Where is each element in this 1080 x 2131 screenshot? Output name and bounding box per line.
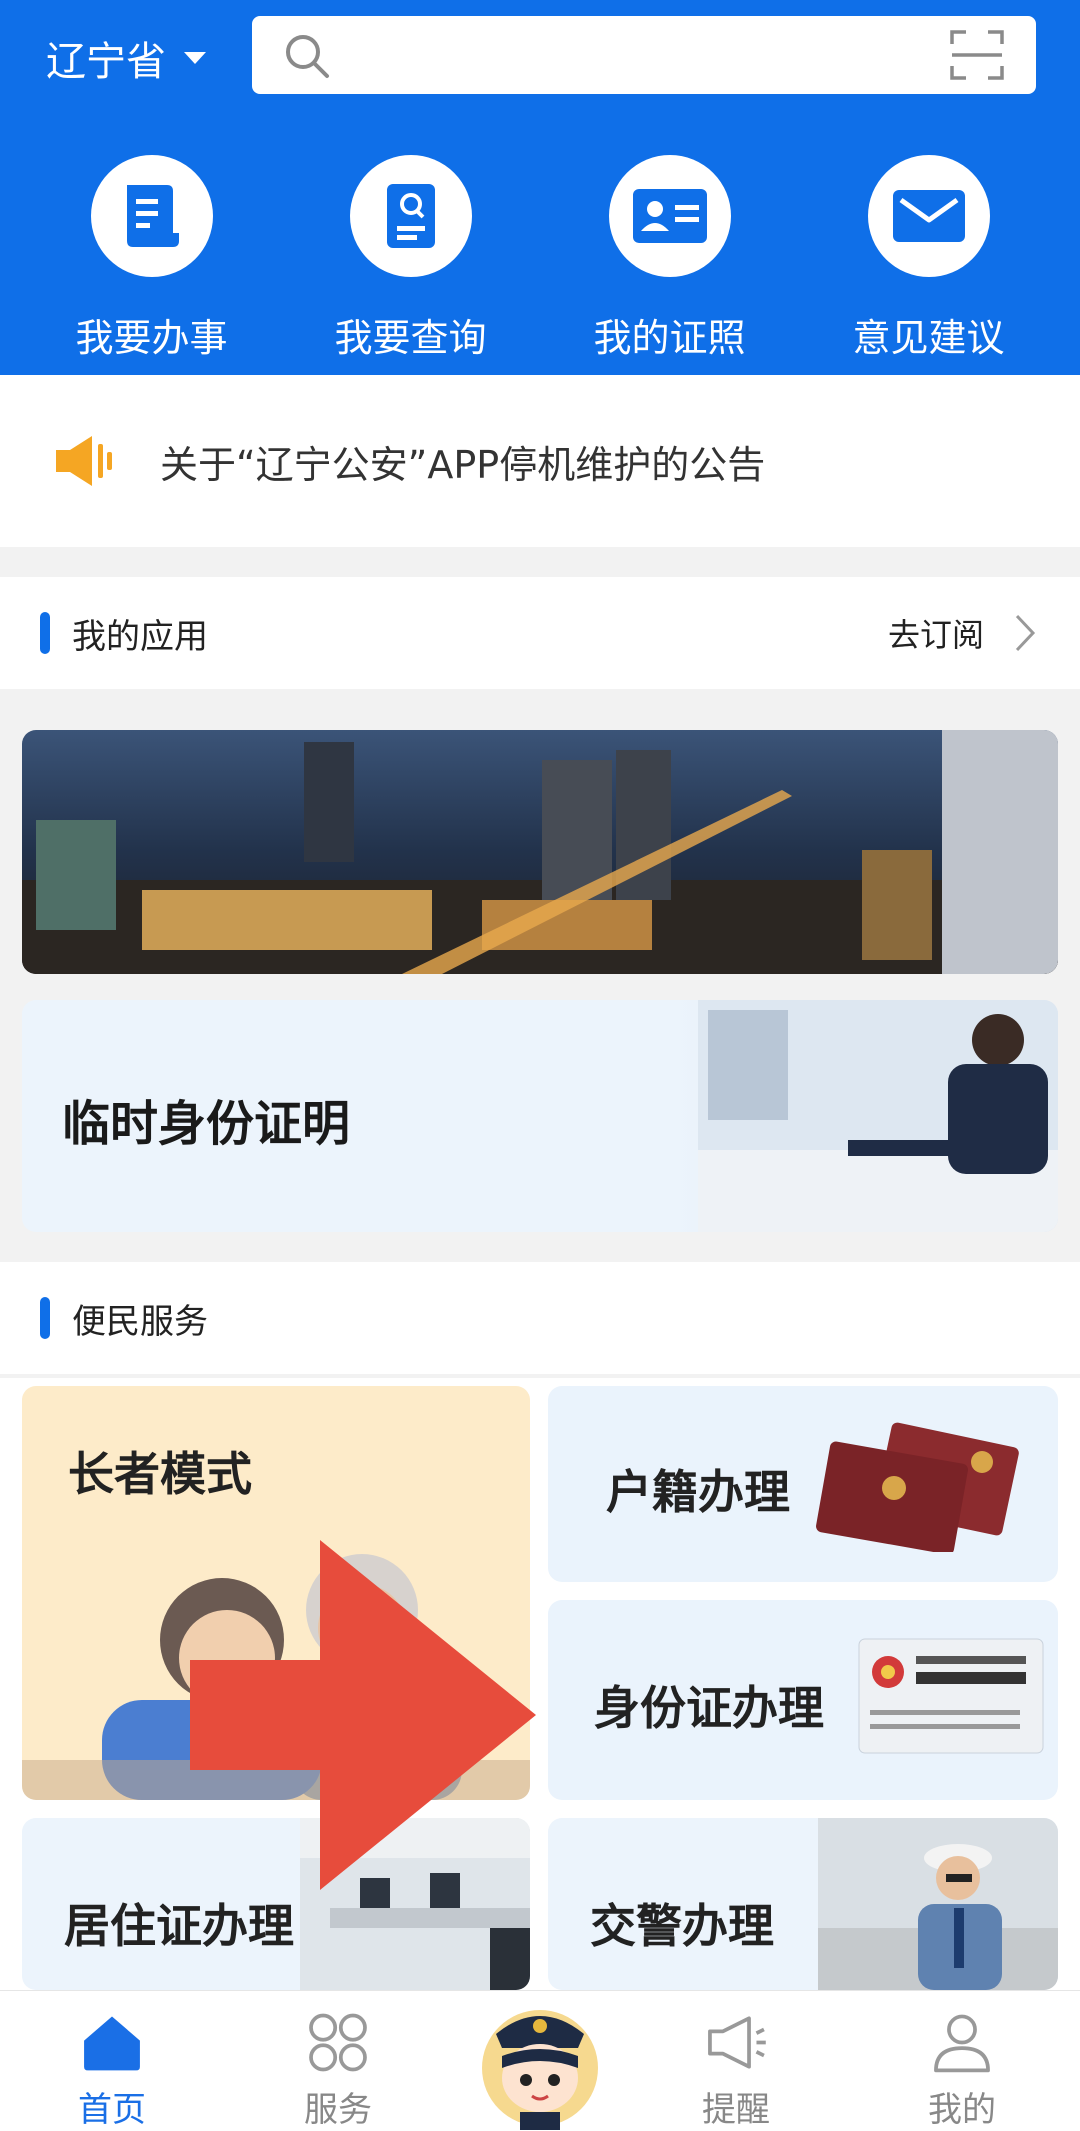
nav-label: 服务 bbox=[304, 2090, 372, 2130]
quick-actions: 我要办事 我要查询 我的证照 意见建议 bbox=[0, 155, 1080, 365]
section-accent-bar bbox=[40, 1297, 50, 1339]
subscribe-label: 去订阅 bbox=[887, 616, 984, 654]
chevron-right-icon bbox=[1015, 614, 1036, 652]
quick-action-label: 意见建议 bbox=[852, 316, 1005, 360]
megaphone-icon bbox=[708, 2016, 766, 2069]
notice-bar[interactable]: 关于“辽宁公安”APP停机维护的公告 bbox=[0, 375, 1080, 547]
nav-reminders[interactable]: 提醒 bbox=[646, 1991, 826, 2131]
nav-home[interactable]: 首页 bbox=[22, 1991, 202, 2131]
nav-label: 提醒 bbox=[702, 2090, 770, 2130]
quick-action-query[interactable]: 我要查询 bbox=[301, 155, 521, 365]
tile-label: 长者模式 bbox=[68, 1447, 252, 1501]
tile-id-card-service[interactable]: 身份证办理 bbox=[548, 1600, 1058, 1800]
household-booklet-image bbox=[816, 1422, 1019, 1552]
red-arrow-overlay bbox=[190, 1540, 536, 1890]
scan-icon[interactable] bbox=[950, 28, 1004, 82]
search-icon bbox=[286, 35, 329, 78]
caret-down-icon bbox=[184, 52, 206, 64]
mail-icon bbox=[892, 190, 965, 242]
quick-action-icon-bg bbox=[867, 155, 990, 277]
document-icon bbox=[126, 185, 179, 247]
tile-traffic-police[interactable]: 交警办理 bbox=[548, 1818, 1058, 1990]
nav-profile[interactable]: 我的 bbox=[872, 1991, 1052, 2131]
tile-label: 户籍办理 bbox=[606, 1465, 790, 1519]
province-label: 辽宁省 bbox=[46, 39, 166, 85]
section-accent-bar bbox=[40, 612, 50, 654]
tile-label: 身份证办理 bbox=[594, 1681, 824, 1735]
grid-icon bbox=[309, 2013, 367, 2072]
quick-action-icon-bg bbox=[608, 155, 731, 277]
home-icon bbox=[84, 2016, 140, 2071]
header: 辽宁省 我要办事 我要查询 我的证照 意见建议 bbox=[0, 0, 1080, 375]
tile-label: 居住证办理 bbox=[64, 1899, 294, 1953]
quick-action-label: 我要办事 bbox=[75, 316, 228, 360]
search-bar[interactable] bbox=[252, 16, 1036, 94]
temp-id-title: 临时身份证明 bbox=[62, 1096, 351, 1152]
tile-label: 交警办理 bbox=[590, 1899, 774, 1953]
city-night-banner[interactable] bbox=[22, 730, 1058, 974]
notice-text: 关于“辽宁公安”APP停机维护的公告 bbox=[160, 442, 766, 487]
quick-action-icon-bg bbox=[90, 155, 213, 277]
person-icon bbox=[934, 2014, 990, 2073]
police-mascot-icon[interactable] bbox=[478, 1990, 602, 2130]
tile-household-registration[interactable]: 户籍办理 bbox=[548, 1386, 1058, 1582]
officer-at-desk-image bbox=[698, 1000, 1058, 1232]
id-card-icon bbox=[632, 189, 707, 243]
my-apps-header: 我的应用 去订阅 bbox=[0, 577, 1080, 689]
services-header: 便民服务 bbox=[0, 1262, 1080, 1374]
nav-services[interactable]: 服务 bbox=[248, 1991, 428, 2131]
my-apps-title: 我的应用 bbox=[72, 616, 208, 657]
quick-action-label: 我的证照 bbox=[593, 316, 746, 360]
quick-action-icon-bg bbox=[349, 155, 472, 277]
quick-action-handle-affairs[interactable]: 我要办事 bbox=[42, 155, 262, 365]
id-card-image bbox=[858, 1638, 1044, 1754]
province-selector[interactable]: 辽宁省 bbox=[46, 28, 206, 88]
nav-label: 首页 bbox=[78, 2090, 146, 2130]
subscribe-link[interactable]: 去订阅 bbox=[888, 610, 1036, 656]
city-night-image bbox=[22, 730, 1058, 974]
quick-action-label: 我要查询 bbox=[334, 316, 487, 360]
services-title: 便民服务 bbox=[72, 1301, 208, 1342]
search-doc-icon bbox=[386, 184, 435, 248]
quick-action-certificates[interactable]: 我的证照 bbox=[560, 155, 780, 365]
nav-label: 我的 bbox=[928, 2090, 996, 2130]
quick-action-feedback[interactable]: 意见建议 bbox=[819, 155, 1039, 365]
speaker-icon bbox=[56, 436, 112, 486]
temp-id-card[interactable]: 临时身份证明 bbox=[22, 1000, 1058, 1232]
traffic-officer-image bbox=[818, 1818, 1058, 1990]
